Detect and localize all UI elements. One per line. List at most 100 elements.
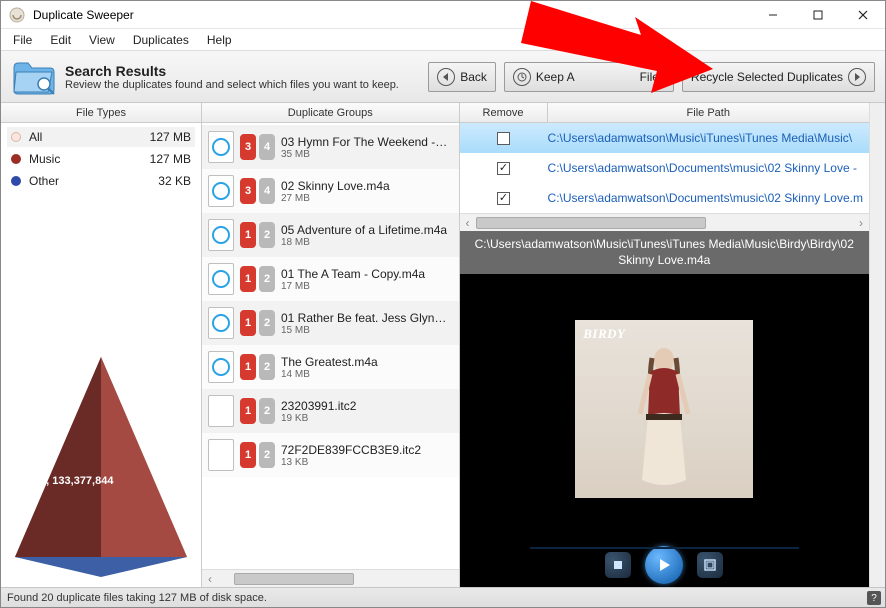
duplicate-group-row[interactable]: 1 2 72F2DE839FCCB3E9.itc2 13 KB — [202, 433, 459, 477]
count-chip-grey: 2 — [259, 354, 275, 380]
count-chips: 1 2 — [240, 266, 275, 292]
file-row[interactable]: C:\Users\adamwatson\Music\iTunes\iTunes … — [460, 123, 869, 153]
keep-label-suffix: Files — [640, 70, 665, 84]
status-text: Found 20 duplicate files taking 127 MB o… — [7, 592, 267, 604]
fullscreen-button[interactable] — [697, 552, 723, 578]
remove-column-header: Remove — [460, 103, 548, 123]
duplicate-group-row[interactable]: 3 4 02 Skinny Love.m4a 27 MB — [202, 169, 459, 213]
remove-checkbox[interactable] — [497, 192, 510, 205]
duplicate-groups-list[interactable]: 3 4 03 Hymn For The Weekend - Copy (2 35… — [202, 123, 459, 569]
count-chips: 3 4 — [240, 134, 275, 160]
duplicate-groups-panel: Duplicate Groups 3 4 03 Hymn For The Wee… — [202, 103, 460, 587]
duplicate-groups-header: Duplicate Groups — [202, 103, 459, 123]
group-file-name: 03 Hymn For The Weekend - Copy (2 — [281, 135, 449, 149]
duplicate-group-row[interactable]: 1 2 01 The A Team - Copy.m4a 17 MB — [202, 257, 459, 301]
menu-view[interactable]: View — [81, 31, 123, 49]
file-path-text: C:\Users\adamwatson\Music\iTunes\iTunes … — [548, 131, 869, 145]
file-detail-panel: Remove File Path C:\Users\adamwatson\Mus… — [460, 103, 885, 587]
count-chip-grey: 2 — [259, 222, 275, 248]
group-file-name: 23203991.itc2 — [281, 399, 356, 413]
group-file-name: 02 Skinny Love.m4a — [281, 179, 390, 193]
keep-button[interactable]: Keep A Files — [504, 62, 674, 92]
stop-button[interactable] — [605, 552, 631, 578]
file-icon — [208, 439, 234, 471]
dot-icon — [11, 176, 21, 186]
back-arrow-icon — [437, 68, 455, 86]
group-file-size: 18 MB — [281, 237, 447, 248]
maximize-button[interactable] — [795, 1, 840, 29]
count-chip-red: 1 — [240, 266, 256, 292]
count-chip-red: 1 — [240, 354, 256, 380]
count-chips: 1 2 — [240, 442, 275, 468]
duplicate-file-list: C:\Users\adamwatson\Music\iTunes\iTunes … — [460, 123, 869, 213]
play-button[interactable] — [645, 546, 683, 584]
recycle-button[interactable]: Recycle Selected Duplicates — [682, 62, 875, 92]
close-button[interactable] — [840, 1, 885, 29]
file-icon — [208, 395, 234, 427]
count-chip-grey: 2 — [259, 398, 275, 424]
back-label: Back — [460, 70, 487, 84]
count-chip-red: 3 — [240, 134, 256, 160]
music-file-icon — [208, 263, 234, 295]
file-type-all[interactable]: All 127 MB — [7, 127, 195, 147]
music-file-icon — [208, 219, 234, 251]
duplicate-group-row[interactable]: 1 2 05 Adventure of a Lifetime.m4a 18 MB — [202, 213, 459, 257]
preview-scrollbar-lower[interactable] — [869, 274, 885, 587]
menu-edit[interactable]: Edit — [42, 31, 79, 49]
count-chip-red: 3 — [240, 178, 256, 204]
menu-help[interactable]: Help — [199, 31, 240, 49]
file-type-other[interactable]: Other 32 KB — [7, 171, 195, 191]
back-button[interactable]: Back — [428, 62, 496, 92]
minimize-button[interactable] — [750, 1, 795, 29]
duplicate-group-row[interactable]: 3 4 03 Hymn For The Weekend - Copy (2 35… — [202, 125, 459, 169]
player-controls — [460, 543, 869, 587]
recycle-label: Recycle Selected Duplicates — [691, 70, 843, 84]
file-row[interactable]: C:\Users\adamwatson\Documents\music\02 S… — [460, 183, 869, 213]
count-chips: 1 2 — [240, 310, 275, 336]
forward-arrow-icon — [848, 68, 866, 86]
progress-bar[interactable] — [530, 547, 799, 549]
group-file-name: The Greatest.m4a — [281, 355, 378, 369]
file-list-scrollbar[interactable]: ‹› — [460, 213, 869, 231]
music-file-icon — [208, 131, 234, 163]
window-title: Duplicate Sweeper — [33, 8, 134, 22]
file-row[interactable]: C:\Users\adamwatson\Documents\music\02 S… — [460, 153, 869, 183]
keep-label: Keep A — [536, 70, 575, 84]
count-chip-red: 1 — [240, 222, 256, 248]
album-art-area: BIRDY — [460, 274, 869, 543]
duplicate-group-row[interactable]: 1 2 The Greatest.m4a 14 MB — [202, 345, 459, 389]
dot-icon — [11, 132, 21, 142]
album-art: BIRDY — [575, 320, 753, 498]
group-file-size: 17 MB — [281, 281, 425, 292]
count-chip-grey: 2 — [259, 266, 275, 292]
count-chip-grey: 4 — [259, 178, 275, 204]
vertical-scrollbar[interactable] — [869, 103, 885, 231]
dot-icon — [11, 154, 21, 164]
menu-duplicates[interactable]: Duplicates — [125, 31, 197, 49]
preview-scrollbar[interactable] — [869, 231, 885, 274]
filepath-column-header: File Path — [548, 103, 869, 123]
count-chips: 1 2 — [240, 354, 275, 380]
menu-file[interactable]: File — [5, 31, 40, 49]
content-area: File Types All 127 MB Music 127 MB Other… — [1, 103, 885, 587]
duplicate-group-row[interactable]: 1 2 23203991.itc2 19 KB — [202, 389, 459, 433]
window-titlebar: Duplicate Sweeper — [1, 1, 885, 29]
music-file-icon — [208, 307, 234, 339]
pyramid-chart: Music, 133,377,844 — [1, 195, 201, 587]
help-icon[interactable]: ? — [867, 591, 881, 605]
album-logo: BIRDY — [583, 326, 625, 342]
count-chips: 3 4 — [240, 178, 275, 204]
preview-file-path: C:\Users\adamwatson\Music\iTunes\iTunes … — [460, 231, 869, 274]
status-bar: Found 20 duplicate files taking 127 MB o… — [1, 587, 885, 607]
duplicate-group-row[interactable]: 1 2 01 Rather Be feat. Jess Glynne - Cop… — [202, 301, 459, 345]
header-text: Search Results Review the duplicates fou… — [65, 63, 399, 91]
group-file-name: 05 Adventure of a Lifetime.m4a — [281, 223, 447, 237]
horizontal-scrollbar[interactable]: ‹ — [202, 569, 459, 587]
count-chip-grey: 4 — [259, 134, 275, 160]
group-file-size: 27 MB — [281, 193, 390, 204]
remove-checkbox[interactable] — [497, 162, 510, 175]
file-type-music[interactable]: Music 127 MB — [7, 149, 195, 169]
count-chip-grey: 2 — [259, 310, 275, 336]
remove-checkbox[interactable] — [497, 132, 510, 145]
folder-search-icon — [11, 57, 57, 97]
